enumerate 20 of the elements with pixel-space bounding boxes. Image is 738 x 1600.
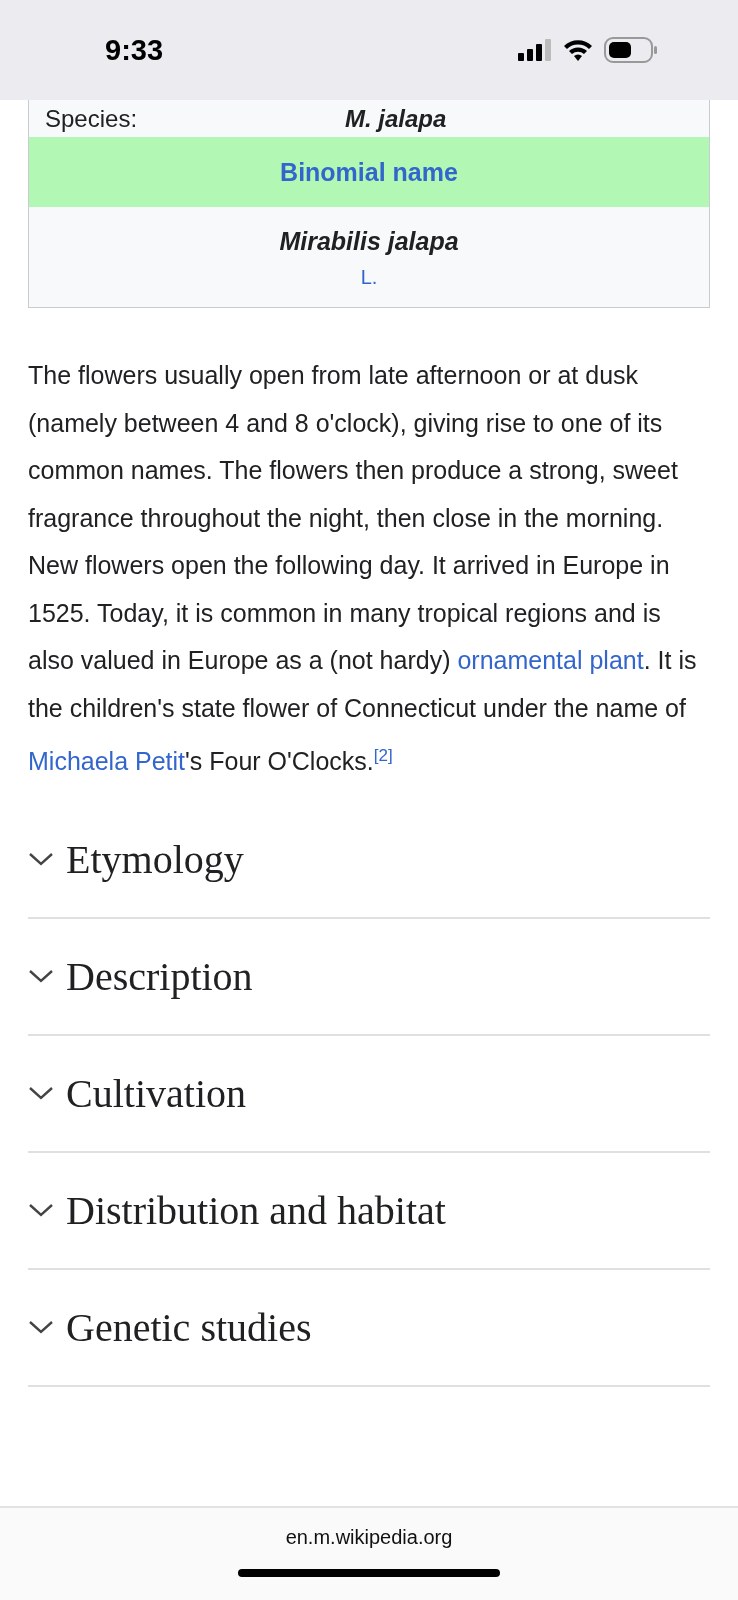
article-paragraph: The flowers usually open from late afternoon or at dusk (namely between 4 and 8 o'clock), giving rise to one of its common names. The flowers then produce a strong, sweet fragrance throughout the night, then close in the morning. New flowers open the following day. It arrived in Europe in 1525. Today, it is common in many tropical regions and is also valued in Europe as a (not hardy) ornamental plant. It is the children's state flower of Connecticut under the name of Michaela Petit's Four O'Clocks.$^{[2]}$ xyxy=(28,360,698,778)
section-header[interactable]: Genetic studies xyxy=(28,1269,710,1387)
clock-time: 9:33 xyxy=(105,33,164,67)
header-link[interactable]: Binomial name xyxy=(280,157,458,187)
binomial-name: Mirabilis jalapa xyxy=(279,227,459,256)
signal-icon xyxy=(518,39,552,61)
section-header[interactable]: Cultivation xyxy=(28,1035,710,1153)
home-indicator[interactable] xyxy=(238,1569,500,1577)
field-value: M. jalapa xyxy=(345,107,447,131)
article-link[interactable]: ornamental plant xyxy=(457,646,644,674)
section-header[interactable]: Etymology xyxy=(28,801,710,919)
field-label: Species: xyxy=(45,107,139,131)
section-header[interactable]: Distribution and habitat xyxy=(28,1152,710,1270)
reference-link[interactable]: [2] xyxy=(373,746,393,765)
authority-link[interactable]: L. xyxy=(360,266,378,289)
url-text[interactable]: en.m.wikipedia.org xyxy=(285,1526,453,1549)
section-header[interactable]: Description xyxy=(28,918,710,1036)
wifi-icon xyxy=(562,38,594,62)
battery-icon xyxy=(604,37,658,63)
article-link[interactable]: Michaela Petit xyxy=(28,747,186,776)
